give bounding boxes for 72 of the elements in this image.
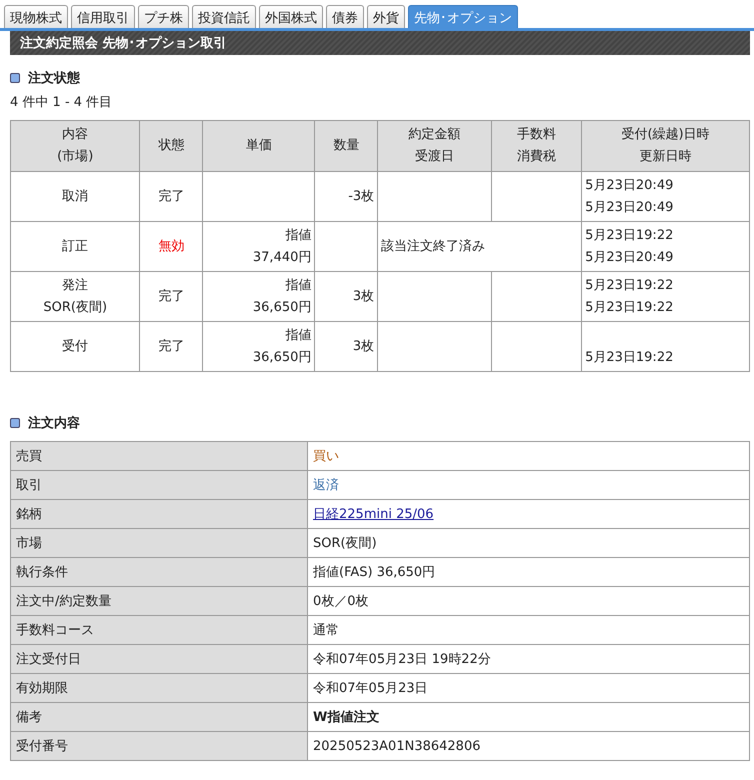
table-cell-text: 5月23日19:22 — [585, 348, 674, 366]
stock-link[interactable]: 日経225mini 25/06 — [313, 507, 434, 522]
tab[interactable]: 現物株式 — [4, 5, 68, 28]
field-value: SOR(夜間) — [313, 536, 377, 551]
status-text: 無効 — [158, 238, 184, 254]
table-cell: 3枚 — [352, 288, 374, 304]
tab[interactable]: 信用取引 — [71, 5, 135, 28]
field-label: 執行条件 — [16, 565, 68, 580]
tab[interactable]: 投資信託 — [192, 5, 256, 28]
field-value: 0枚／0枚 — [313, 594, 369, 609]
table-cell-text: 指値 — [284, 326, 312, 344]
table-cell-text: 発注 — [61, 276, 90, 294]
field-label: 市場 — [16, 536, 42, 551]
column-header: 内容 — [61, 126, 90, 144]
column-header: (市場) — [56, 148, 94, 166]
column-header: 更新日時 — [638, 148, 693, 166]
field-label: 手数料コース — [16, 623, 94, 638]
column-header: 消費税 — [516, 148, 558, 166]
status-text: 完了 — [158, 188, 184, 204]
field-label: 有効期限 — [16, 681, 68, 696]
table-cell-text: 受付 — [61, 338, 90, 356]
table-cell-text: 5月23日20:49 — [585, 248, 674, 266]
column-header: 手数料 — [516, 126, 558, 144]
field-label: 注文受付日 — [16, 652, 81, 667]
table-cell-text: 5月23日19:22 — [585, 226, 674, 244]
table-cell-text: 取消 — [61, 188, 90, 206]
table-cell: 3枚 — [352, 338, 374, 354]
field-value: 通常 — [313, 623, 339, 638]
table-cell-text: 5月23日19:22 — [585, 298, 674, 316]
field-label: 受付番号 — [16, 739, 68, 754]
status-text: 完了 — [158, 288, 184, 304]
field-label: 注文中/約定数量 — [16, 594, 112, 609]
table-cell-text: 訂正 — [61, 238, 90, 256]
table-cell-text: 指値 — [284, 226, 312, 244]
field-value: W指値注文 — [313, 710, 380, 725]
field-value: 令和07年05月23日 — [313, 681, 428, 696]
section-heading: 注文内容 — [28, 414, 80, 432]
column-header: 約定金額 — [408, 126, 462, 144]
field-value: 買い — [313, 449, 339, 464]
table-cell: 該当注文終了済み — [381, 238, 486, 254]
table-cell: -3枚 — [348, 188, 374, 204]
field-label: 銘柄 — [16, 507, 42, 522]
bullet-icon — [10, 418, 20, 428]
result-count: 4 件中 1 - 4 件目 — [10, 94, 114, 111]
field-label: 備考 — [16, 710, 42, 725]
column-header: 数量 — [332, 137, 360, 155]
page-title: 注文約定照会 先物･オプション取引 — [10, 31, 750, 55]
tab[interactable]: プチ株 — [138, 5, 189, 28]
table-cell-text: 5月23日20:49 — [585, 176, 674, 194]
tab[interactable]: 外貨 — [367, 5, 405, 28]
tab[interactable]: 債券 — [326, 5, 364, 28]
tab[interactable]: 外国株式 — [259, 5, 323, 28]
column-header: 受付(繰越)日時 — [620, 126, 711, 144]
field-label: 取引 — [16, 478, 42, 493]
field-value: 20250523A01N38642806 — [313, 738, 480, 754]
status-text: 完了 — [158, 338, 184, 354]
table-cell-text: 37,440円 — [252, 248, 312, 266]
table-cell-text: 指値 — [284, 276, 312, 294]
column-header: 単価 — [244, 137, 273, 155]
column-header: 状態 — [157, 137, 186, 155]
field-label: 売買 — [16, 449, 42, 464]
table-cell-text: 5月23日20:49 — [585, 198, 674, 216]
bullet-icon — [10, 73, 20, 83]
column-header: 受渡日 — [414, 148, 456, 166]
table-cell-text: SOR(夜間) — [42, 298, 108, 316]
field-value: 令和07年05月23日 19時22分 — [313, 652, 491, 667]
table-cell-text: 5月23日19:22 — [585, 276, 674, 294]
section-heading: 注文状態 — [28, 70, 80, 87]
table-cell-text: 36,650円 — [252, 298, 312, 316]
table-cell-text: 36,650円 — [252, 348, 312, 366]
field-value: 返済 — [313, 478, 339, 493]
field-value: 指値(FAS) 36,650円 — [313, 565, 436, 580]
